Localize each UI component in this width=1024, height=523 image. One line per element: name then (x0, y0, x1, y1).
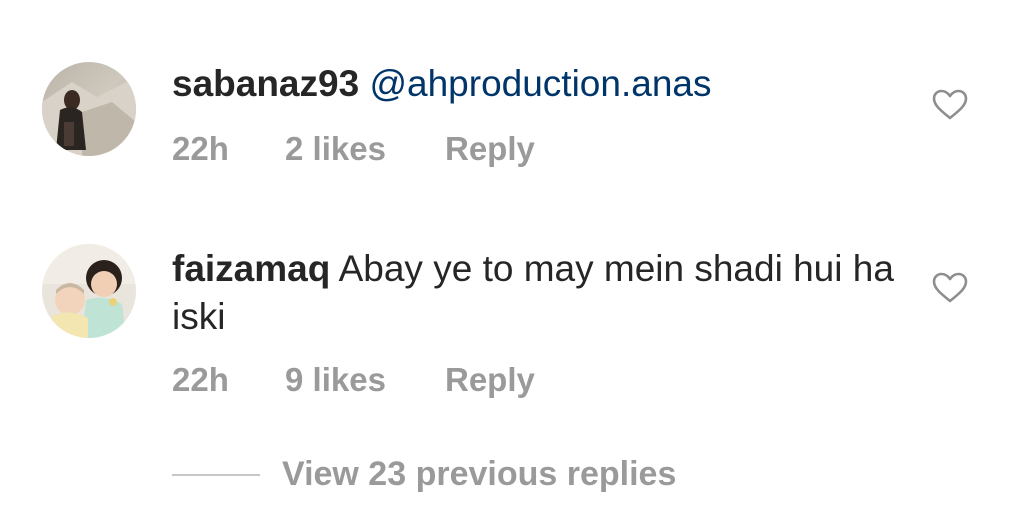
reply-button[interactable]: Reply (445, 130, 535, 168)
avatar-image (42, 244, 136, 338)
heart-outline-icon[interactable] (932, 89, 968, 121)
replies-divider (172, 473, 260, 476)
comment-mention[interactable]: @ahproduction.anas (369, 63, 711, 104)
avatar[interactable] (42, 244, 136, 338)
comment-text: faizamaq Abay ye to may mein shadi hui h… (172, 245, 902, 341)
comment-text: sabanaz93 @ahproduction.anas (172, 60, 902, 108)
reply-button[interactable]: Reply (445, 361, 535, 399)
comment-username[interactable]: sabanaz93 (172, 63, 359, 104)
comment-time: 22h (172, 361, 229, 398)
heart-outline-icon[interactable] (932, 272, 968, 304)
comment-likes[interactable]: 2 likes (285, 130, 445, 168)
avatar[interactable] (42, 62, 136, 156)
view-replies-label[interactable]: View 23 previous replies (282, 455, 676, 494)
view-previous-replies[interactable]: View 23 previous replies (172, 455, 676, 494)
comment-likes[interactable]: 9 likes (285, 361, 445, 399)
comment-meta: 22h 2 likes Reply (172, 130, 535, 168)
comment-username[interactable]: faizamaq (172, 248, 330, 289)
avatar-image (42, 62, 136, 156)
comment-time: 22h (172, 130, 229, 167)
comment-meta: 22h 9 likes Reply (172, 361, 535, 399)
